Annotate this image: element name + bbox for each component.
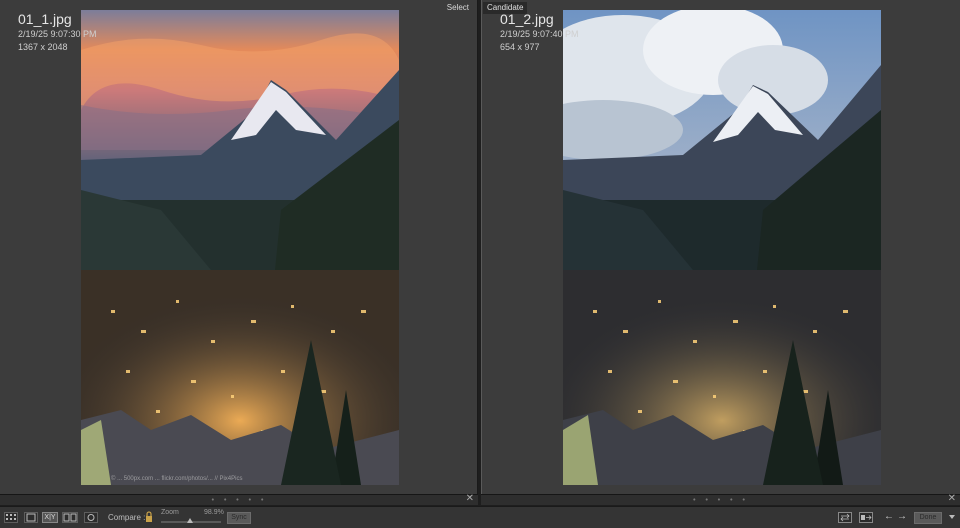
candidate-panel[interactable]: 01_2.jpg 2/19/25 9:07:40 PM 654 x 977 Ca… [481,0,960,494]
close-select-icon[interactable]: ✕ [466,493,474,505]
next-arrow-icon[interactable]: → [897,511,907,523]
candidate-tag: Candidate [483,2,528,14]
close-candidate-icon[interactable]: ✕ [948,493,956,505]
candidate-photo-info: 01_2.jpg 2/19/25 9:07:40 PM 654 x 977 [500,10,579,54]
sync-button[interactable]: Sync [227,512,251,524]
grid-view-icon[interactable] [4,512,18,523]
make-select-icon[interactable] [859,512,873,523]
done-button[interactable]: Done [914,512,942,524]
watermark-text: © ... 500px.com ... flickr.com/photos/..… [111,476,243,482]
candidate-datetime: 2/19/25 9:07:40 PM [500,29,579,39]
people-view-icon[interactable] [84,512,98,523]
drag-handle[interactable]: • • • • • [211,496,268,504]
lock-icon[interactable] [145,511,153,523]
select-filename: 01_1.jpg [18,11,72,27]
compare-view-label: X|Y [44,514,56,521]
loupe-view-icon[interactable] [24,512,38,523]
compare-label: Compare : [108,513,146,522]
compare-view: © ... 500px.com ... flickr.com/photos/..… [0,0,960,528]
prev-arrow-icon[interactable]: ← [884,511,894,523]
swap-icon[interactable] [838,512,852,523]
zoom-value: 98.9% [204,509,224,516]
zoom-slider-thumb[interactable] [187,518,193,523]
select-photo[interactable]: © ... 500px.com ... flickr.com/photos/..… [81,10,399,485]
select-photo-info: 01_1.jpg 2/19/25 9:07:30 PM 1367 x 2048 [18,10,97,54]
select-tag: Select [446,3,469,12]
candidate-dimensions: 654 x 977 [500,42,540,52]
select-panel[interactable]: © ... 500px.com ... flickr.com/photos/..… [0,0,478,494]
zoom-label: Zoom [161,509,179,516]
candidate-photo[interactable] [563,10,881,485]
select-datetime: 2/19/25 9:07:30 PM [18,29,97,39]
candidate-panel-footer: • • • • • ✕ [481,493,960,505]
candidate-photo-image [563,10,881,485]
select-panel-footer: • • • • • ✕ [0,493,478,505]
chevron-down-icon[interactable] [949,515,955,519]
bottom-toolbar: X|Y Compare : Zoom 98.9% Sync ← → Done [0,506,960,528]
drag-handle[interactable]: • • • • • [692,496,749,504]
select-photo-image [81,10,399,485]
compare-view-button[interactable]: X|Y [42,512,58,523]
select-dimensions: 1367 x 2048 [18,42,68,52]
survey-view-icon[interactable] [62,512,78,523]
